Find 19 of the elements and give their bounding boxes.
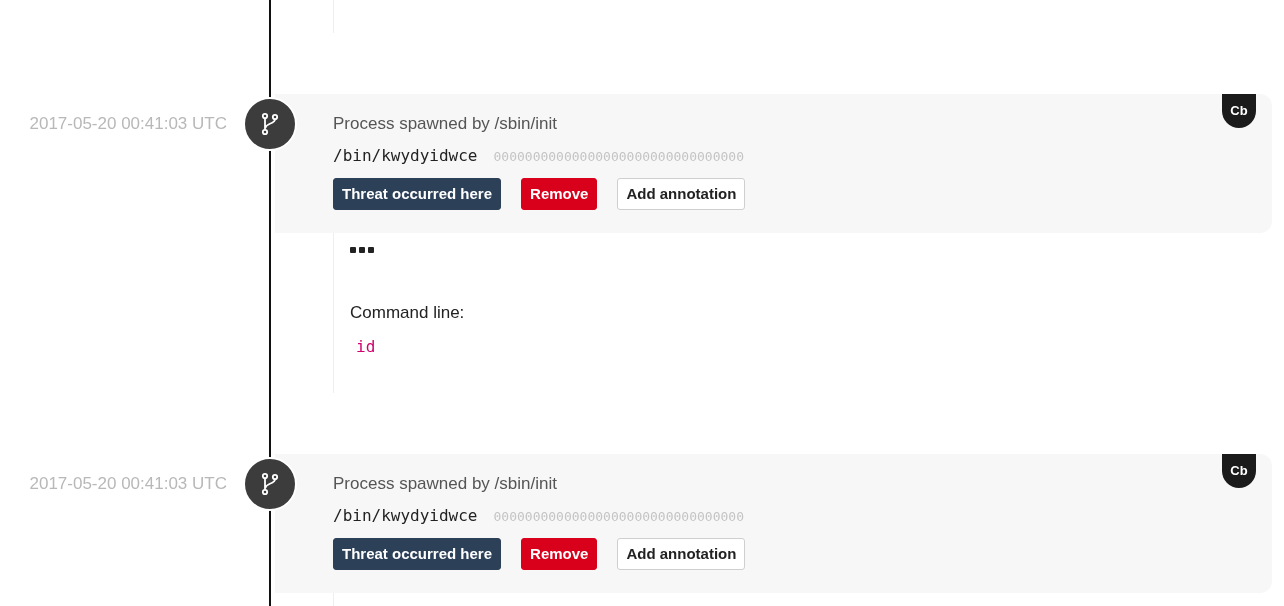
action-button[interactable]: Threat occurred here <box>333 178 502 210</box>
process-path: /bin/kwydyidwce <box>333 145 478 167</box>
action-button[interactable]: Add annotation <box>617 538 746 570</box>
action-button[interactable]: Threat occurred here <box>333 538 502 570</box>
event-title: Process spawned by /sbin/init <box>333 114 558 134</box>
action-button[interactable]: Remove <box>521 178 598 210</box>
command-line: id <box>356 336 377 358</box>
details-label: Command line: <box>350 303 466 323</box>
action-button[interactable]: Remove <box>521 538 598 570</box>
process-path: /bin/kwydyidwce <box>333 505 478 527</box>
category-badge: Cb <box>1222 94 1256 128</box>
branch-icon <box>260 472 280 496</box>
event-title: Process spawned by /sbin/init <box>333 474 558 494</box>
branch-icon <box>260 112 280 136</box>
event-timestamp: 2017-05-20 00:41:03 UTC <box>29 474 227 495</box>
event-timestamp: 2017-05-20 00:41:03 UTC <box>29 114 227 135</box>
ellipsis-icon[interactable] <box>350 247 374 253</box>
action-button[interactable]: Add annotation <box>617 178 746 210</box>
category-badge: Cb <box>1222 454 1256 488</box>
